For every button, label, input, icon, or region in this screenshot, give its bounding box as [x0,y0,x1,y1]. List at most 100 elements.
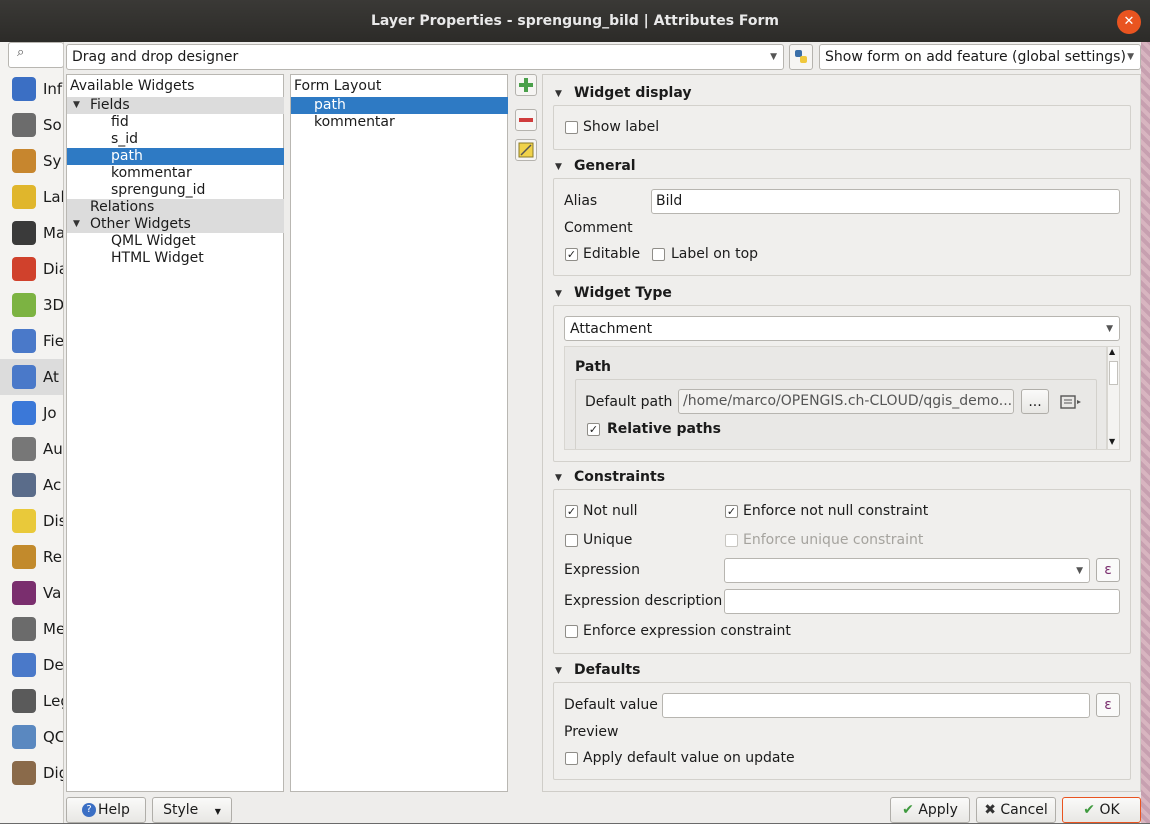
sidebar-item-dependencies[interactable]: De [0,647,64,683]
alias-input[interactable]: Bild [651,189,1120,214]
layout-item-kommentar[interactable]: kommentar [314,114,395,131]
sidebar-item-labels[interactable]: Lal [0,179,63,215]
symbology-icon [12,149,36,173]
show-form-combo-value: Show form on add feature (global setting… [825,49,1126,65]
sidebar-item-joins[interactable]: Jo [0,395,63,431]
add-icon[interactable] [515,74,537,96]
sidebar-item-rendering[interactable]: Re [0,539,63,575]
edit-icon[interactable] [515,139,537,161]
sidebar-search-input[interactable]: ⌕ [8,42,63,68]
joins-icon [12,401,36,425]
sidebar-item-digitizing[interactable]: Dig [0,755,63,791]
sidebar-item-label: Leg [43,692,63,710]
enforce-not-null-checkbox[interactable]: ✓ [725,505,738,518]
close-icon[interactable]: ✕ [1117,10,1141,34]
default-value-label: Default value [564,697,658,713]
actions-icon [12,473,36,497]
sidebar-item-actions[interactable]: Ac [0,467,63,503]
sidebar-item-label: Re [43,548,62,566]
sidebar-item-legend[interactable]: Leg [0,683,63,719]
apply-button[interactable]: ✔ Apply [890,797,970,823]
check-icon: ✔ [902,802,914,818]
not-null-checkbox[interactable]: ✓ [565,505,578,518]
sidebar-item-variables[interactable]: Va [0,575,63,611]
tree-item-qml-widget[interactable]: QML Widget [111,233,196,250]
scroll-up-icon[interactable]: ▲ [1109,347,1115,356]
editable-checkbox[interactable]: ✓ [565,248,578,261]
preview-label: Preview [564,724,619,740]
scroll-down-icon[interactable]: ▼ [1109,437,1115,446]
chevron-down-icon: ▼ [1127,52,1134,62]
relative-paths-checkbox[interactable]: ✓ [587,423,600,436]
chevron-down-icon: ▼ [770,52,777,62]
tree-group-relations[interactable]: Relations [67,199,284,216]
tree-item-kommentar[interactable]: kommentar [111,165,192,182]
expression-description-input[interactable] [724,589,1120,614]
background-map [1141,42,1150,823]
section-widget-type: Widget Type [574,285,672,301]
collapse-defaults-icon[interactable]: ▼ [555,666,562,676]
show-form-combo[interactable]: Show form on add feature (global setting… [819,44,1141,70]
chevron-down-icon[interactable]: ▼ [73,216,80,233]
apply-on-update-label: Apply default value on update [583,750,795,766]
sidebar-item-information[interactable]: Inf [0,71,63,107]
default-value-input[interactable] [662,693,1090,718]
cancel-button[interactable]: ✖ Cancel [976,797,1056,823]
collapse-widget-type-icon[interactable]: ▼ [555,289,562,299]
tree-item-html-widget[interactable]: HTML Widget [111,250,204,267]
tree-group-fields[interactable]: ▼ Fields [67,97,284,114]
designer-combo[interactable]: Drag and drop designer ▼ [66,44,784,70]
scrollbar-handle[interactable] [1109,361,1118,385]
show-label-checkbox[interactable] [565,121,578,134]
browse-path-button[interactable]: ... [1021,389,1049,414]
expression-description-label: Expression description [564,593,723,609]
tree-item-sprengung_id[interactable]: sprengung_id [111,182,205,199]
labels-icon [12,185,36,209]
expression-combo[interactable]: ▼ [724,558,1090,583]
enforce-expression-checkbox[interactable] [565,625,578,638]
chevron-down-icon: ▼ [1106,324,1113,334]
enforce-expression-label: Enforce expression constraint [583,623,791,639]
sidebar-item-source[interactable]: So [0,107,63,143]
style-label: Style [163,802,199,818]
label-on-top-checkbox[interactable] [652,248,665,261]
tree-item-fid[interactable]: fid [111,114,129,131]
sidebar-item-symbology[interactable]: Sy [0,143,63,179]
tree-group-other-widgets[interactable]: ▼ Other Widgets [67,216,284,233]
python-icon[interactable] [789,44,813,70]
section-constraints: Constraints [574,469,666,485]
widget-type-scrollbar[interactable]: ▲ ▼ [1107,346,1120,450]
sidebar-item-fields[interactable]: Fie [0,323,63,359]
sidebar-item-auxiliary-storage[interactable]: Au [0,431,63,467]
widget-type-combo[interactable]: Attachment ▼ [564,316,1120,341]
style-button[interactable]: Style ▼ [152,797,232,823]
collapse-general-icon[interactable]: ▼ [555,162,562,172]
relative-paths-label: Relative paths [607,421,721,437]
expression-builder-icon[interactable]: ε [1096,558,1120,582]
collapse-constraints-icon[interactable]: ▼ [555,473,562,483]
sidebar-item-diagrams[interactable]: Dia [0,251,63,287]
unique-checkbox[interactable] [565,534,578,547]
not-null-label: Not null [583,503,638,519]
data-defined-override-icon[interactable] [1058,392,1084,412]
chevron-down-icon: ▼ [214,807,221,816]
sidebar-item-attributes-form[interactable]: At [0,359,63,395]
tree-item-s_id[interactable]: s_id [111,131,138,148]
tree-group-label: Other Widgets [90,216,191,232]
default-value-expression-icon[interactable]: ε [1096,693,1120,717]
chevron-down-icon[interactable]: ▼ [73,97,80,114]
tree-item-path[interactable]: path [67,148,284,165]
sidebar-item-masks[interactable]: Ma [0,215,63,251]
layout-item-path[interactable]: path [291,97,508,114]
sidebar-item-metadata[interactable]: Me [0,611,63,647]
collapse-widget-display-icon[interactable]: ▼ [555,89,562,99]
sidebar-item-label: De [43,656,64,674]
ok-button[interactable]: ✔ OK [1062,797,1141,823]
sidebar-item-3d-view[interactable]: 3D [0,287,63,323]
default-path-input[interactable]: /home/marco/OPENGIS.ch-CLOUD/qgis_demo..… [678,389,1014,414]
sidebar-item-qgis-server[interactable]: QC [0,719,63,755]
help-button[interactable]: ? Help [66,797,146,823]
apply-on-update-checkbox[interactable] [565,752,578,765]
sidebar-item-display[interactable]: Dis [0,503,63,539]
remove-icon[interactable] [515,109,537,131]
